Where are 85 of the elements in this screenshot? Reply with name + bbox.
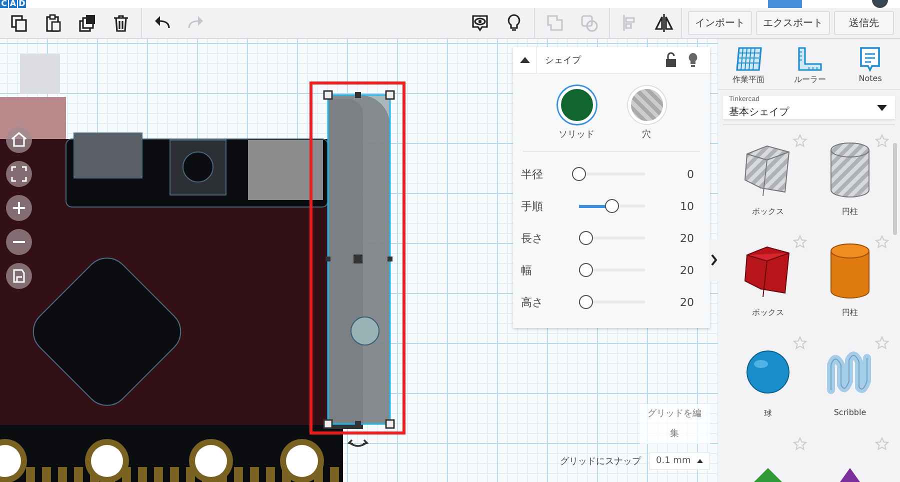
toolbar-text-button[interactable]: インポート bbox=[688, 11, 752, 35]
parameter-value: 0 bbox=[687, 168, 694, 180]
shape-tile[interactable]: 円柱 bbox=[809, 130, 891, 231]
caret-icon bbox=[877, 104, 887, 110]
snap-label: グリッドにスナップ bbox=[560, 455, 641, 468]
star-icon bbox=[875, 134, 889, 148]
star-icon bbox=[793, 336, 807, 350]
shape-label: Scribble bbox=[834, 408, 866, 417]
parameter-value: 10 bbox=[680, 200, 694, 212]
slider-thumb[interactable] bbox=[572, 167, 586, 181]
star-icon bbox=[793, 134, 807, 148]
toolbar-text-button[interactable]: エクスポート bbox=[756, 11, 830, 35]
logo-letter: D bbox=[18, 0, 26, 8]
hole-swatch[interactable] bbox=[628, 86, 666, 124]
resize-handle[interactable] bbox=[385, 419, 395, 429]
rotate-icon[interactable] bbox=[348, 439, 368, 447]
group-icon bbox=[545, 13, 565, 33]
trash-icon bbox=[111, 13, 131, 33]
shape-tile[interactable]: ボックス bbox=[727, 231, 809, 332]
parameter-label: 高さ bbox=[521, 294, 544, 310]
lock-icon bbox=[664, 52, 678, 68]
slider-thumb[interactable] bbox=[578, 263, 593, 277]
sidebar-tool[interactable]: ルーラー bbox=[794, 45, 826, 85]
parameter-label: 長さ bbox=[521, 230, 544, 246]
parameter-label: 手順 bbox=[521, 198, 544, 214]
resize-handle[interactable] bbox=[323, 90, 333, 100]
slider-thumb[interactable] bbox=[578, 295, 593, 309]
parameter-value: 20 bbox=[680, 296, 694, 308]
clipboard-icon bbox=[43, 13, 63, 33]
parameter-label: 幅 bbox=[521, 262, 533, 278]
handle[interactable] bbox=[355, 421, 361, 427]
shape-label: ボックス bbox=[752, 206, 784, 217]
slider-thumb[interactable] bbox=[578, 231, 593, 245]
shape-label: 円柱 bbox=[842, 206, 858, 217]
toolbar-text-button[interactable]: 送信先 bbox=[834, 11, 894, 35]
chevron-icon bbox=[710, 254, 716, 266]
copy-icon bbox=[9, 13, 29, 33]
shape-label: 円柱 bbox=[842, 307, 858, 318]
mirror-icon bbox=[654, 13, 674, 33]
duplicate-icon bbox=[77, 13, 97, 33]
roof-icon bbox=[754, 468, 782, 482]
caret-icon bbox=[696, 459, 703, 463]
eye-bubble-icon bbox=[470, 13, 490, 33]
expand-tab[interactable] bbox=[709, 239, 718, 281]
handle[interactable] bbox=[388, 256, 392, 262]
resize-handle[interactable] bbox=[385, 90, 395, 100]
sidebar-tool[interactable]: Notes bbox=[855, 45, 886, 85]
lightbulb-icon bbox=[686, 52, 700, 68]
parameter-label: 半径 bbox=[521, 166, 544, 182]
handle[interactable] bbox=[326, 256, 330, 262]
scrollbar[interactable] bbox=[893, 143, 897, 235]
handle[interactable] bbox=[354, 254, 362, 264]
avatar[interactable] bbox=[872, 0, 888, 8]
resize-handle[interactable] bbox=[323, 419, 333, 429]
caret-icon bbox=[518, 56, 530, 64]
star-icon bbox=[793, 437, 807, 451]
snap-dropdown[interactable]: 0.1 mm bbox=[649, 452, 710, 470]
edit-grid-button[interactable]: グリッドを編集 bbox=[640, 404, 710, 444]
solid-swatch[interactable] bbox=[558, 86, 596, 124]
slider-thumb[interactable] bbox=[605, 199, 619, 213]
sidebar-tool[interactable]: 作業平面 bbox=[732, 45, 765, 85]
parameter-value: 20 bbox=[680, 232, 694, 244]
grid-icon bbox=[734, 45, 764, 73]
ungroup-icon bbox=[579, 13, 599, 33]
shape-label: 球 bbox=[764, 408, 772, 419]
shape-tile[interactable]: Scribble bbox=[809, 332, 891, 433]
shape-label: ボックス bbox=[752, 307, 784, 318]
cone-icon bbox=[840, 468, 860, 482]
shape-tile[interactable]: 円柱 bbox=[809, 231, 891, 332]
library-selection: 基本シェイプ bbox=[729, 106, 789, 119]
logo-letter: C bbox=[0, 0, 8, 8]
logo-letter: A bbox=[9, 0, 17, 8]
shape-tile[interactable]: ボックス bbox=[727, 130, 809, 231]
star-icon bbox=[875, 437, 889, 451]
swatch-label: ソリッド bbox=[558, 129, 594, 141]
handle[interactable] bbox=[355, 92, 361, 98]
star-icon bbox=[793, 235, 807, 249]
minus-icon bbox=[13, 241, 25, 243]
panel-title: シェイプ bbox=[545, 54, 582, 66]
component-block bbox=[0, 97, 66, 139]
parameter-value: 20 bbox=[680, 264, 694, 276]
star-icon bbox=[875, 235, 889, 249]
shape-tile[interactable]: 球 bbox=[727, 332, 809, 433]
swatch-label: 穴 bbox=[642, 128, 651, 141]
star-icon bbox=[875, 336, 889, 350]
